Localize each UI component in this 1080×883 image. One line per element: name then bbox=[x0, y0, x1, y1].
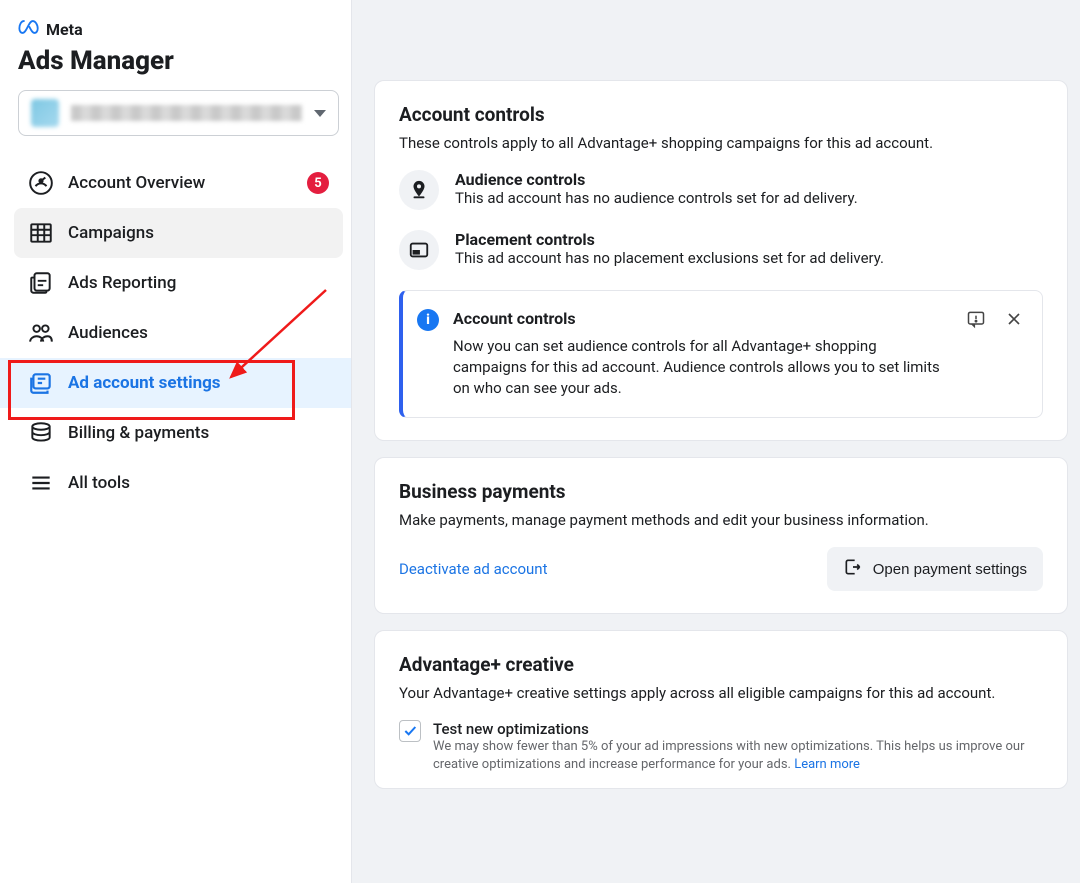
card-title: Account controls bbox=[399, 103, 1043, 126]
checkbox-checked[interactable] bbox=[399, 720, 421, 742]
external-icon bbox=[843, 557, 863, 581]
row-title: Placement controls bbox=[455, 230, 1043, 249]
caret-down-icon bbox=[314, 110, 326, 117]
sidebar-item-ads-reporting[interactable]: Ads Reporting bbox=[14, 258, 343, 308]
test-optimizations-row[interactable]: Test new optimizations We may show fewer… bbox=[399, 720, 1043, 774]
checkbox-label: Test new optimizations bbox=[433, 720, 1043, 738]
menu-icon bbox=[28, 470, 54, 496]
checkbox-desc: We may show fewer than 5% of your ad imp… bbox=[433, 738, 1043, 774]
button-label: Open payment settings bbox=[873, 561, 1027, 578]
sidebar-item-all-tools[interactable]: All tools bbox=[14, 458, 343, 508]
audience-controls-row[interactable]: Audience controls This ad account has no… bbox=[399, 170, 1043, 210]
people-icon bbox=[28, 320, 54, 346]
open-payment-settings-button[interactable]: Open payment settings bbox=[827, 547, 1043, 591]
card-title: Business payments bbox=[399, 480, 1043, 503]
card-title: Advantage+ creative bbox=[399, 653, 1043, 676]
sidebar-item-account-overview[interactable]: Account Overview 5 bbox=[14, 158, 343, 208]
sidebar-item-label: Campaigns bbox=[68, 223, 154, 243]
info-icon: i bbox=[417, 309, 439, 331]
placement-icon bbox=[399, 230, 439, 270]
nav: Account Overview 5 Campaigns Ads Reporti… bbox=[14, 158, 343, 508]
row-desc: This ad account has no placement exclusi… bbox=[455, 249, 1043, 267]
location-pin-icon bbox=[399, 170, 439, 210]
learn-more-link[interactable]: Learn more bbox=[794, 757, 860, 772]
meta-logo-icon bbox=[18, 16, 40, 42]
sidebar-item-ad-account-settings[interactable]: Ad account settings bbox=[0, 358, 351, 408]
sidebar-item-label: Account Overview bbox=[68, 173, 205, 193]
advantage-creative-card: Advantage+ creative Your Advantage+ crea… bbox=[374, 630, 1068, 789]
card-subtitle: These controls apply to all Advantage+ s… bbox=[399, 134, 1043, 152]
row-desc: This ad account has no audience controls… bbox=[455, 189, 1043, 207]
account-controls-card: Account controls These controls apply to… bbox=[374, 80, 1068, 441]
business-payments-card: Business payments Make payments, manage … bbox=[374, 457, 1068, 614]
reports-icon bbox=[28, 270, 54, 296]
close-icon[interactable] bbox=[1004, 309, 1024, 333]
sidebar-item-billing-payments[interactable]: Billing & payments bbox=[14, 408, 343, 458]
sidebar-item-label: Ad account settings bbox=[68, 373, 221, 393]
info-panel: i Account controls Now you can set audie… bbox=[399, 290, 1043, 418]
sidebar-item-label: Ads Reporting bbox=[68, 273, 176, 293]
sidebar-item-label: Audiences bbox=[68, 323, 148, 343]
feedback-icon[interactable] bbox=[966, 309, 986, 333]
gauge-icon bbox=[28, 170, 54, 196]
account-avatar bbox=[31, 99, 59, 127]
sidebar-item-audiences[interactable]: Audiences bbox=[14, 308, 343, 358]
brand-name: Meta bbox=[46, 20, 83, 39]
info-title: Account controls bbox=[453, 309, 952, 328]
row-title: Audience controls bbox=[455, 170, 1043, 189]
table-grid-icon bbox=[28, 220, 54, 246]
info-desc: Now you can set audience controls for al… bbox=[453, 336, 952, 399]
sidebar-item-label: All tools bbox=[68, 473, 130, 493]
card-subtitle: Make payments, manage payment methods an… bbox=[399, 511, 1043, 529]
account-picker[interactable] bbox=[18, 90, 339, 136]
nav-badge: 5 bbox=[307, 172, 329, 194]
settings-card-icon bbox=[28, 370, 54, 396]
card-subtitle: Your Advantage+ creative settings apply … bbox=[399, 684, 1043, 702]
app-title: Ads Manager bbox=[18, 46, 339, 76]
account-name-redacted bbox=[71, 105, 302, 121]
sidebar-item-label: Billing & payments bbox=[68, 423, 209, 443]
coins-icon bbox=[28, 420, 54, 446]
sidebar-item-campaigns[interactable]: Campaigns bbox=[14, 208, 343, 258]
placement-controls-row[interactable]: Placement controls This ad account has n… bbox=[399, 230, 1043, 270]
sidebar: Meta Ads Manager Account Overview 5 Camp… bbox=[0, 0, 352, 883]
brand: Meta bbox=[18, 16, 337, 42]
deactivate-account-link[interactable]: Deactivate ad account bbox=[399, 560, 547, 578]
main: Account controls These controls apply to… bbox=[352, 0, 1080, 883]
